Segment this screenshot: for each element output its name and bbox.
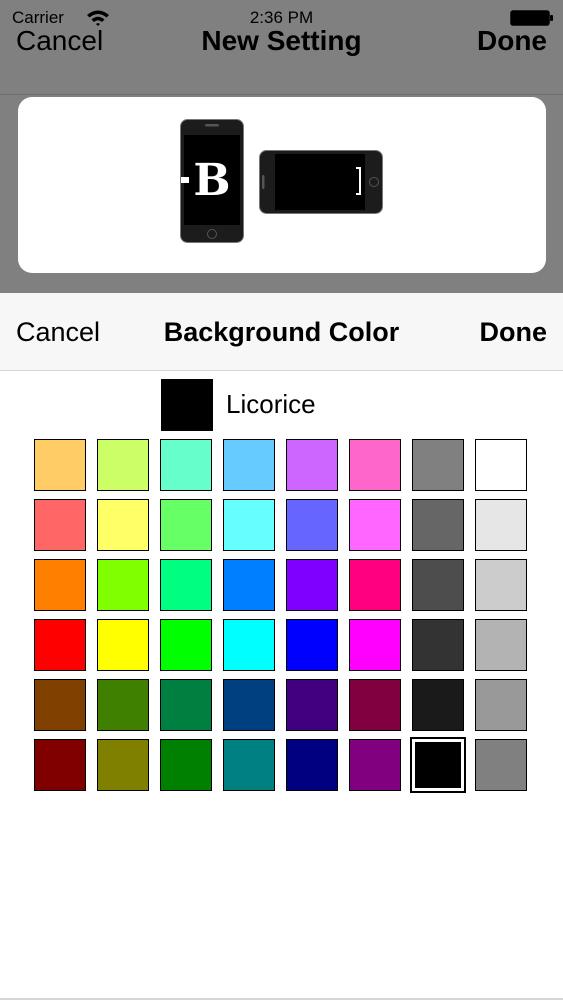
color-swatch[interactable]	[349, 679, 401, 731]
color-swatch[interactable]	[410, 737, 466, 793]
color-swatch[interactable]	[97, 679, 149, 731]
color-swatch[interactable]	[286, 739, 338, 791]
color-swatch[interactable]	[160, 739, 212, 791]
color-swatch[interactable]	[286, 499, 338, 551]
color-swatch[interactable]	[34, 499, 86, 551]
color-swatch[interactable]	[34, 679, 86, 731]
color-swatch[interactable]	[286, 619, 338, 671]
color-swatch[interactable]	[34, 559, 86, 611]
color-swatch[interactable]	[223, 499, 275, 551]
color-swatch[interactable]	[223, 559, 275, 611]
color-swatch[interactable]	[34, 739, 86, 791]
color-swatch[interactable]	[223, 439, 275, 491]
color-swatch[interactable]	[97, 499, 149, 551]
color-swatch[interactable]	[223, 679, 275, 731]
color-swatch[interactable]	[286, 439, 338, 491]
color-swatch[interactable]	[349, 619, 401, 671]
color-swatch[interactable]	[349, 439, 401, 491]
color-swatch[interactable]	[475, 619, 527, 671]
color-swatch[interactable]	[349, 739, 401, 791]
color-swatch[interactable]	[97, 439, 149, 491]
preview-glyph: B	[193, 155, 230, 206]
color-swatch[interactable]	[349, 559, 401, 611]
underlying-nav-divider	[0, 94, 563, 95]
color-swatch[interactable]	[160, 559, 212, 611]
underlying-cancel-button[interactable]: Cancel	[16, 22, 103, 60]
color-swatch[interactable]	[97, 739, 149, 791]
color-swatch[interactable]	[34, 439, 86, 491]
color-swatch[interactable]	[160, 439, 212, 491]
underlying-done-button[interactable]: Done	[477, 22, 547, 60]
picker-cancel-button[interactable]: Cancel	[16, 293, 100, 371]
color-swatch[interactable]	[412, 499, 464, 551]
color-swatch[interactable]	[223, 619, 275, 671]
color-swatch[interactable]	[286, 559, 338, 611]
picker-done-button[interactable]: Done	[480, 293, 548, 371]
color-swatch[interactable]	[412, 679, 464, 731]
underlying-screen: Carrier 2:36 PM Cancel New Setting Done …	[0, 0, 563, 293]
preview-card: B	[18, 97, 546, 273]
phone-portrait-icon: B	[180, 119, 244, 243]
color-swatch[interactable]	[475, 559, 527, 611]
color-swatch[interactable]	[97, 619, 149, 671]
color-swatch[interactable]	[223, 739, 275, 791]
color-swatch[interactable]	[475, 439, 527, 491]
color-swatch[interactable]	[349, 499, 401, 551]
color-swatch[interactable]	[97, 559, 149, 611]
phone-landscape-icon	[259, 150, 383, 214]
color-swatch[interactable]	[412, 619, 464, 671]
picker-nav-bar: Cancel Background Color Done	[0, 293, 563, 371]
selected-color-name: Licorice	[226, 389, 316, 419]
color-swatch[interactable]	[475, 499, 527, 551]
color-swatch[interactable]	[412, 559, 464, 611]
selected-color-swatch	[161, 379, 213, 431]
color-swatch[interactable]	[475, 739, 527, 791]
color-swatch[interactable]	[34, 619, 86, 671]
color-swatch[interactable]	[475, 679, 527, 731]
color-swatch[interactable]	[412, 439, 464, 491]
color-picker-sheet: Cancel Background Color Done Licorice	[0, 293, 563, 1000]
underlying-nav-bar: Cancel New Setting Done	[0, 22, 563, 60]
color-swatch-grid	[34, 439, 530, 793]
color-swatch[interactable]	[160, 679, 212, 731]
color-swatch[interactable]	[286, 679, 338, 731]
color-swatch[interactable]	[160, 619, 212, 671]
color-swatch[interactable]	[160, 499, 212, 551]
